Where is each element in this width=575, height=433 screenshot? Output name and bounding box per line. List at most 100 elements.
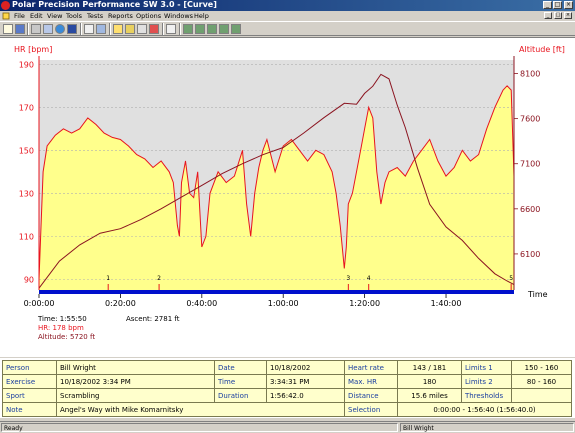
hr-tick-label: 150 [19, 146, 34, 155]
sport-label: Sport [2, 388, 57, 403]
app-window: Polar Precision Performance SW 3.0 - [Cu… [0, 0, 575, 432]
exercise-value[interactable]: 10/18/2002 3:34 PM [56, 374, 215, 389]
menu-view[interactable]: View [47, 11, 62, 21]
time-tick-label: 1:00:00 [268, 299, 299, 308]
title-bar[interactable]: Polar Precision Performance SW 3.0 - [Cu… [0, 0, 575, 11]
report-icon-5[interactable] [231, 24, 241, 34]
date-value[interactable]: 10/18/2002 [266, 360, 345, 375]
altitude-tick-label: 8100 [520, 70, 540, 79]
note-value[interactable]: Angel's Way with Mike Komarnitsky [56, 402, 345, 417]
hr-tick-label: 90 [24, 275, 34, 284]
delete-icon[interactable] [166, 24, 176, 34]
sport-value[interactable]: Scrambling [56, 388, 215, 403]
duration-label: Duration [214, 388, 267, 403]
time-axis: 0:00:00 0:20:00 0:40:00 1:00:00 1:20:00 1:40:… [24, 294, 462, 308]
print-icon[interactable] [31, 24, 41, 34]
save-icon[interactable] [15, 24, 25, 34]
report-icon-4[interactable] [219, 24, 229, 34]
date-label: Date [214, 360, 267, 375]
globe-icon[interactable] [55, 24, 65, 34]
document-icon[interactable] [2, 12, 10, 20]
max-hr-value[interactable]: 180 [397, 374, 462, 389]
table-icon[interactable] [137, 24, 147, 34]
exercise-info-table: Person Bill Wright Date 10/18/2002 Heart… [2, 360, 572, 417]
status-text: Ready [1, 423, 398, 432]
notes-icon[interactable] [84, 24, 94, 34]
hr-axis-label: HR [bpm] [14, 45, 52, 54]
distance-label: Distance [344, 388, 398, 403]
menu-reports[interactable]: Reports [108, 11, 133, 21]
minimize-button[interactable]: _ [543, 1, 552, 9]
selection-value[interactable]: 0:00:00 - 1:56:40 (1:56:40.0) [397, 402, 572, 417]
person-value[interactable]: Bill Wright [56, 360, 215, 375]
limits2-value[interactable]: 80 - 160 [511, 374, 572, 389]
menu-windows[interactable]: Windows [164, 11, 193, 21]
menu-edit[interactable]: Edit [30, 11, 43, 21]
time-selection-bar[interactable] [39, 290, 514, 294]
heart-rate-label: Heart rate [344, 360, 398, 375]
menu-bar: File Edit View Tools Tests Reports Optio… [0, 11, 575, 21]
time-tick-label: 1:20:00 [349, 299, 380, 308]
polar-app-icon[interactable] [1, 1, 10, 10]
mdi-minimize-button[interactable]: _ [544, 12, 552, 19]
calendar-icon[interactable] [67, 24, 77, 34]
heart-rate-value[interactable]: 143 / 181 [397, 360, 462, 375]
limits1-label: Limits 1 [461, 360, 512, 375]
thresholds-value[interactable] [511, 388, 572, 403]
time-label: Time [214, 374, 267, 389]
mdi-close-button[interactable]: × [564, 12, 572, 19]
curve-graph-panel[interactable]: 1 2 3 4 5 190 170 150 130 110 90 8100 7600 7100 6600… [0, 37, 575, 357]
lap-marker-label: 5 [509, 275, 513, 282]
hr-altitude-chart[interactable]: 1 2 3 4 5 190 170 150 130 110 90 8100 7600 7100 6600… [0, 38, 575, 358]
mdi-restore-button[interactable]: □ [554, 12, 562, 19]
toolbar-separator [80, 23, 82, 35]
lap-marker-label: 4 [367, 275, 371, 282]
bar-chart-icon[interactable] [149, 24, 159, 34]
time-value[interactable]: 3:34:31 PM [266, 374, 345, 389]
toolbar [0, 21, 575, 36]
menu-help[interactable]: Help [194, 11, 209, 21]
report-icon-2[interactable] [195, 24, 205, 34]
ascent-value: Ascent: 2781 ft [126, 315, 180, 323]
cursor-time: Time: 1:55:50 [38, 315, 87, 323]
close-button[interactable]: × [564, 1, 573, 9]
toolbar-separator [27, 23, 29, 35]
hr-tick-label: 170 [19, 103, 34, 112]
status-bar: Ready Bill Wright [0, 421, 575, 432]
menu-tools[interactable]: Tools [66, 11, 82, 21]
limits2-label: Limits 2 [461, 374, 512, 389]
thresholds-label: Thresholds [461, 388, 512, 403]
time-axis-label: Time [527, 290, 548, 299]
folder-icon[interactable] [96, 24, 106, 34]
hr-axis: 190 170 150 130 110 90 [19, 56, 40, 290]
window-title: Polar Precision Performance SW 3.0 - [Cu… [12, 0, 217, 9]
maximize-button[interactable]: □ [553, 1, 562, 9]
time-tick-label: 0:00:00 [24, 299, 55, 308]
time-tick-label: 1:40:00 [431, 299, 462, 308]
report-icon-3[interactable] [207, 24, 217, 34]
altitude-tick-label: 7100 [520, 160, 540, 169]
exercise-label: Exercise [2, 374, 57, 389]
selection-label: Selection [344, 402, 398, 417]
menu-options[interactable]: Options [136, 11, 161, 21]
limits1-value[interactable]: 150 - 160 [511, 360, 572, 375]
menu-tests[interactable]: Tests [87, 11, 103, 21]
new-icon[interactable] [3, 24, 13, 34]
toolbar-separator [109, 23, 111, 35]
chart-icon[interactable] [125, 24, 135, 34]
time-tick-label: 0:20:00 [105, 299, 136, 308]
hr-tick-label: 190 [19, 60, 34, 69]
copy-icon[interactable] [43, 24, 53, 34]
duration-value[interactable]: 1:56:42.0 [266, 388, 345, 403]
distance-value[interactable]: 15.6 miles [397, 388, 462, 403]
status-user: Bill Wright [400, 423, 574, 432]
graph-icon[interactable] [113, 24, 123, 34]
altitude-tick-label: 7600 [520, 115, 540, 124]
hr-tick-label: 130 [19, 189, 34, 198]
menu-file[interactable]: File [14, 11, 25, 21]
altitude-axis: 8100 7600 7100 6600 6100 [513, 56, 540, 290]
report-icon-1[interactable] [183, 24, 193, 34]
cursor-hr: HR: 178 bpm [38, 324, 84, 332]
max-hr-label: Max. HR [344, 374, 398, 389]
lap-marker-label: 1 [106, 275, 110, 282]
